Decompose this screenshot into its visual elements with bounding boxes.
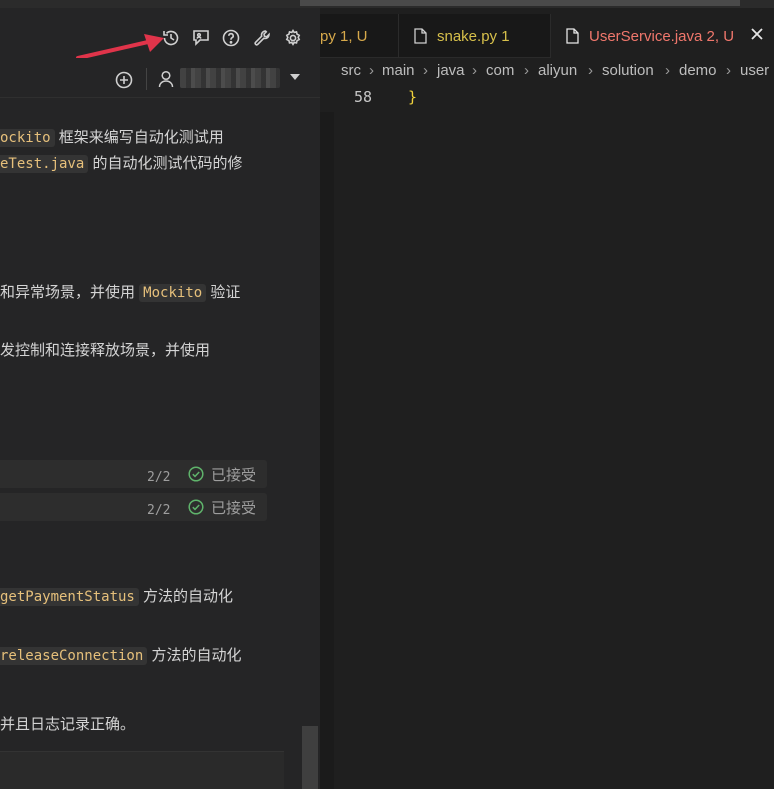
help-icon[interactable] xyxy=(219,26,243,50)
user-name-blurred[interactable] xyxy=(180,68,280,88)
breadcrumb-item[interactable]: com xyxy=(486,62,514,79)
message-text: 验证 xyxy=(206,284,241,301)
chevron-right-icon: › xyxy=(524,62,529,79)
accepted-change-row[interactable]: 2/2 已接受 xyxy=(0,493,267,521)
chat-messages: ockito 框架来编写自动化测试用 eTest.java 的自动化测试代码的修… xyxy=(0,98,300,751)
feedback-icon[interactable] xyxy=(189,26,213,50)
gear-icon[interactable] xyxy=(281,26,305,50)
editor-gutter xyxy=(320,112,334,789)
breadcrumb-item[interactable]: main xyxy=(382,62,415,79)
add-circle-icon[interactable] xyxy=(115,71,133,89)
wrench-icon[interactable] xyxy=(250,26,274,50)
breadcrumb-item[interactable]: java xyxy=(437,62,465,79)
tab-label: py 1, U xyxy=(320,27,368,45)
tab-label: snake.py 1 xyxy=(437,27,510,45)
top-scrollbar[interactable] xyxy=(0,0,774,8)
code-editor[interactable]: 58 } xyxy=(320,86,774,789)
message-text: 方法的自动化 xyxy=(138,588,234,605)
check-circle-icon xyxy=(188,499,204,515)
breadcrumb: src › main › java › com › aliyun › solut… xyxy=(320,58,774,86)
inline-code: releaseConnection xyxy=(0,647,148,665)
account-separator xyxy=(146,68,147,90)
history-icon[interactable] xyxy=(159,26,183,50)
breadcrumb-item[interactable]: demo xyxy=(679,62,717,79)
message-line: eTest.java 的自动化测试代码的修 xyxy=(0,151,242,177)
chevron-right-icon: › xyxy=(472,62,477,79)
accepted-label: 已接受 xyxy=(211,467,257,484)
message-line: 并且日志记录正确。 xyxy=(0,712,135,738)
breadcrumb-item[interactable]: src xyxy=(341,62,361,79)
file-icon xyxy=(566,28,579,44)
message-text: 框架来编写自动化测试用 xyxy=(54,129,224,146)
person-icon xyxy=(158,70,174,88)
change-count: 2/2 xyxy=(147,503,171,518)
breadcrumb-item[interactable]: solution xyxy=(602,62,654,79)
tab-divider xyxy=(398,14,399,58)
line-number: 58 xyxy=(354,88,373,106)
message-line: releaseConnection 方法的自动化 xyxy=(0,643,241,669)
tab-userservice-java[interactable]: UserService.java 2, U xyxy=(551,14,774,58)
message-text: 的自动化测试代码的修 xyxy=(88,155,243,172)
tab-label: UserService.java 2, U xyxy=(589,27,735,45)
breadcrumb-item[interactable]: user xyxy=(740,62,769,79)
chat-scrollbar[interactable] xyxy=(300,98,320,789)
close-icon[interactable] xyxy=(750,27,764,41)
code-line[interactable]: } xyxy=(408,88,417,106)
accepted-label: 已接受 xyxy=(211,500,257,517)
chevron-right-icon: › xyxy=(726,62,731,79)
chevron-right-icon: › xyxy=(369,62,374,79)
chevron-right-icon: › xyxy=(423,62,428,79)
message-line: ockito 框架来编写自动化测试用 xyxy=(0,125,224,151)
accepted-change-row[interactable]: 2/2 已接受 xyxy=(0,460,267,488)
chat-input-area[interactable] xyxy=(0,751,284,789)
inline-code: getPaymentStatus xyxy=(0,588,139,606)
chevron-right-icon: › xyxy=(665,62,670,79)
message-line: 和异常场景，并使用 Mockito 验证 xyxy=(0,280,240,306)
message-text: 方法的自动化 xyxy=(147,647,242,664)
tab-snake-py[interactable]: snake.py 1 xyxy=(414,14,552,58)
chevron-right-icon: › xyxy=(588,62,593,79)
change-count: 2/2 xyxy=(147,470,171,485)
inline-code: ockito xyxy=(0,129,55,147)
file-icon xyxy=(414,28,427,44)
top-scrollbar-thumb[interactable] xyxy=(300,0,740,6)
inline-code: eTest.java xyxy=(0,155,89,173)
message-line: 发控制和连接释放场景，并使用 xyxy=(0,338,210,364)
chat-scrollbar-thumb[interactable] xyxy=(302,726,318,789)
check-circle-icon xyxy=(188,466,204,482)
chat-toolbar xyxy=(0,12,320,58)
caret-down-icon[interactable] xyxy=(290,74,300,80)
inline-code: Mockito xyxy=(139,284,207,302)
tab-python-file[interactable]: py 1, U xyxy=(320,14,398,58)
message-text: 和异常场景，并使用 xyxy=(0,284,140,301)
message-text: 发控制和连接释放场景，并使用 xyxy=(0,342,211,359)
breadcrumb-item[interactable]: aliyun xyxy=(538,62,577,79)
editor-tabs: py 1, U snake.py 1 UserService.java 2, U xyxy=(320,14,774,58)
message-line: getPaymentStatus 方法的自动化 xyxy=(0,584,233,610)
message-text: 并且日志记录正确。 xyxy=(0,716,136,733)
account-bar xyxy=(0,58,320,98)
